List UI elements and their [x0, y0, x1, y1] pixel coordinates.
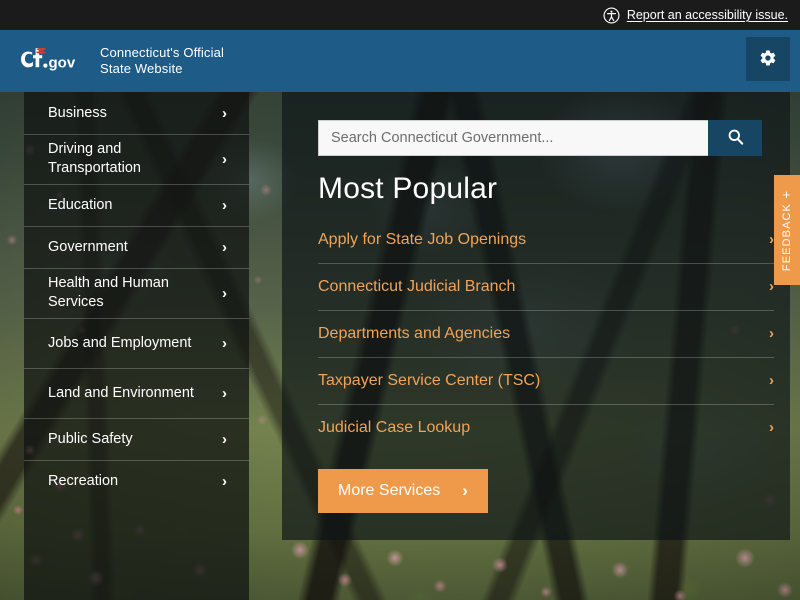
plus-icon: + [782, 187, 792, 203]
gear-icon [759, 49, 777, 70]
site-tagline: Connecticut's Official State Website [100, 45, 224, 77]
chevron-right-icon: › [769, 372, 774, 389]
chevron-right-icon: › [222, 150, 227, 168]
tagline-line-1: Connecticut's Official [100, 45, 225, 60]
chevron-right-icon: › [222, 384, 227, 402]
popular-link-label: Taxpayer Service Center (TSC) [318, 371, 541, 389]
chevron-right-icon: › [222, 334, 227, 352]
chevron-right-icon: › [222, 430, 227, 448]
accessibility-link-label: Report an accessibility issue. [626, 8, 788, 22]
search-input[interactable] [318, 120, 709, 156]
popular-link-connecticut-judicial-branch[interactable]: Connecticut Judicial Branch › [318, 263, 774, 310]
chevron-right-icon: › [222, 472, 227, 490]
sidebar-item-label: Driving and Transportation [48, 141, 141, 176]
feedback-tab[interactable]: + FEEDBACK [774, 175, 800, 285]
chevron-right-icon: › [462, 481, 468, 500]
tagline-line-2: State Website [100, 61, 183, 76]
chevron-right-icon: › [222, 284, 227, 302]
sidebar-item-business[interactable]: Business › [24, 92, 249, 134]
sidebar-item-label: Business [48, 104, 107, 121]
sidebar-item-label: Education [48, 196, 113, 213]
more-services-label: More Services [338, 482, 441, 499]
sidebar-item-land-and-environment[interactable]: Land and Environment › [24, 368, 249, 418]
popular-link-departments-and-agencies[interactable]: Departments and Agencies › [318, 310, 774, 357]
chevron-right-icon: › [769, 419, 774, 436]
chevron-right-icon: › [222, 196, 227, 214]
sidebar-navigation: Business › Driving and Transportation › … [24, 92, 249, 600]
ct-gov-logo-mark: gov [18, 46, 80, 76]
sidebar-item-label: Land and Environment [48, 384, 194, 401]
sidebar-item-label: Health and Human Services [48, 275, 169, 310]
popular-link-label: Judicial Case Lookup [318, 418, 471, 436]
popular-link-label: Departments and Agencies [318, 324, 511, 342]
sidebar-item-jobs-and-employment[interactable]: Jobs and Employment › [24, 318, 249, 368]
search-button[interactable] [708, 120, 762, 156]
accessibility-icon [603, 6, 620, 24]
popular-links-list: Apply for State Job Openings › Connectic… [318, 216, 774, 451]
site-header: gov Connecticut's Official State Website [0, 30, 800, 92]
main-content-panel: Most Popular Apply for State Job Opening… [282, 92, 790, 540]
popular-link-label: Apply for State Job Openings [318, 230, 527, 248]
sidebar-item-health-and-human-services[interactable]: Health and Human Services › [24, 268, 249, 318]
more-services-button[interactable]: More Services › [318, 469, 488, 513]
sidebar-item-label: Public Safety [48, 430, 133, 447]
popular-link-apply-for-state-job-openings[interactable]: Apply for State Job Openings › [318, 216, 774, 263]
search-bar [318, 120, 762, 156]
popular-link-taxpayer-service-center[interactable]: Taxpayer Service Center (TSC) › [318, 357, 774, 404]
settings-button[interactable] [746, 37, 790, 81]
chevron-right-icon: › [222, 238, 227, 256]
sidebar-item-label: Jobs and Employment [48, 334, 192, 351]
accessibility-bar: Report an accessibility issue. [0, 0, 800, 30]
svg-text:gov: gov [49, 55, 76, 72]
popular-link-judicial-case-lookup[interactable]: Judicial Case Lookup › [318, 404, 774, 451]
sidebar-item-education[interactable]: Education › [24, 184, 249, 226]
page-title: Most Popular [318, 172, 498, 205]
sidebar-item-recreation[interactable]: Recreation › [24, 460, 249, 502]
sidebar-item-driving-and-transportation[interactable]: Driving and Transportation › [24, 134, 249, 184]
sidebar-item-government[interactable]: Government › [24, 226, 249, 268]
report-accessibility-issue-link[interactable]: Report an accessibility issue. [603, 6, 788, 24]
sidebar-item-label: Recreation [48, 472, 119, 489]
popular-link-label: Connecticut Judicial Branch [318, 277, 516, 295]
feedback-tab-label: FEEDBACK [781, 203, 793, 272]
chevron-right-icon: › [222, 104, 227, 122]
sidebar-item-public-safety[interactable]: Public Safety › [24, 418, 249, 460]
search-icon [726, 127, 745, 149]
chevron-right-icon: › [769, 325, 774, 342]
sidebar-item-label: Government [48, 238, 128, 255]
ct-gov-logo[interactable]: gov [18, 46, 80, 76]
